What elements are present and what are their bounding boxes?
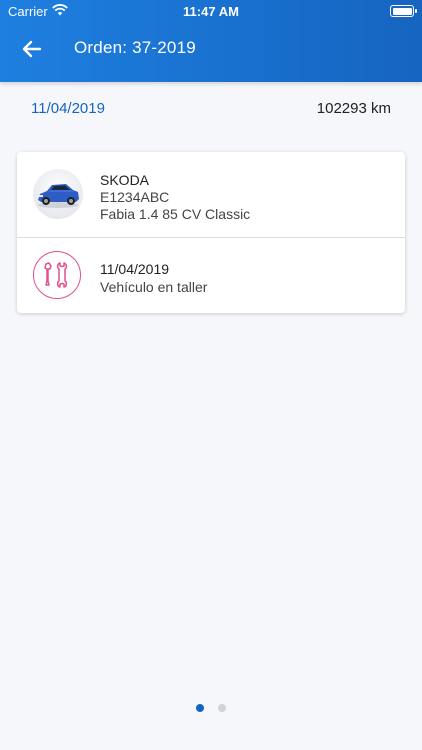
- service-date: 11/04/2019: [100, 261, 170, 277]
- battery-icon: [390, 5, 417, 17]
- service-row[interactable]: 11/04/2019 Vehículo en taller: [17, 238, 405, 313]
- car-image: [38, 184, 79, 208]
- vehicle-plate: E1234ABC: [100, 189, 170, 205]
- wrench-screwdriver-icon: [44, 262, 68, 288]
- status-time: 11:47 AM: [183, 4, 239, 19]
- car-photo: [33, 169, 83, 219]
- service-status: Vehículo en taller: [100, 279, 208, 295]
- back-arrow-icon[interactable]: [20, 37, 44, 61]
- service-icon-circle: [33, 251, 81, 299]
- vehicle-brand: SKODA: [100, 172, 150, 188]
- page-dot-2[interactable]: [218, 704, 227, 712]
- status-bar: Carrier 11:47 AM: [0, 0, 422, 22]
- page-title: Orden: 37-2019: [74, 38, 196, 57]
- page-dot-1[interactable]: [195, 704, 204, 712]
- mileage: 102293 km: [316, 100, 391, 117]
- vehicle-model: Fabia 1.4 85 CV Classic: [100, 206, 251, 222]
- app-header: Carrier 11:47 AM Orden: 37-2019: [0, 0, 422, 82]
- page-indicator: [0, 699, 422, 712]
- vehicle-row[interactable]: SKODA E1234ABC Fabia 1.4 85 CV Classic: [17, 152, 405, 237]
- order-date: 11/04/2019: [31, 100, 105, 117]
- order-card: SKODA E1234ABC Fabia 1.4 85 CV Classic 1…: [17, 152, 405, 313]
